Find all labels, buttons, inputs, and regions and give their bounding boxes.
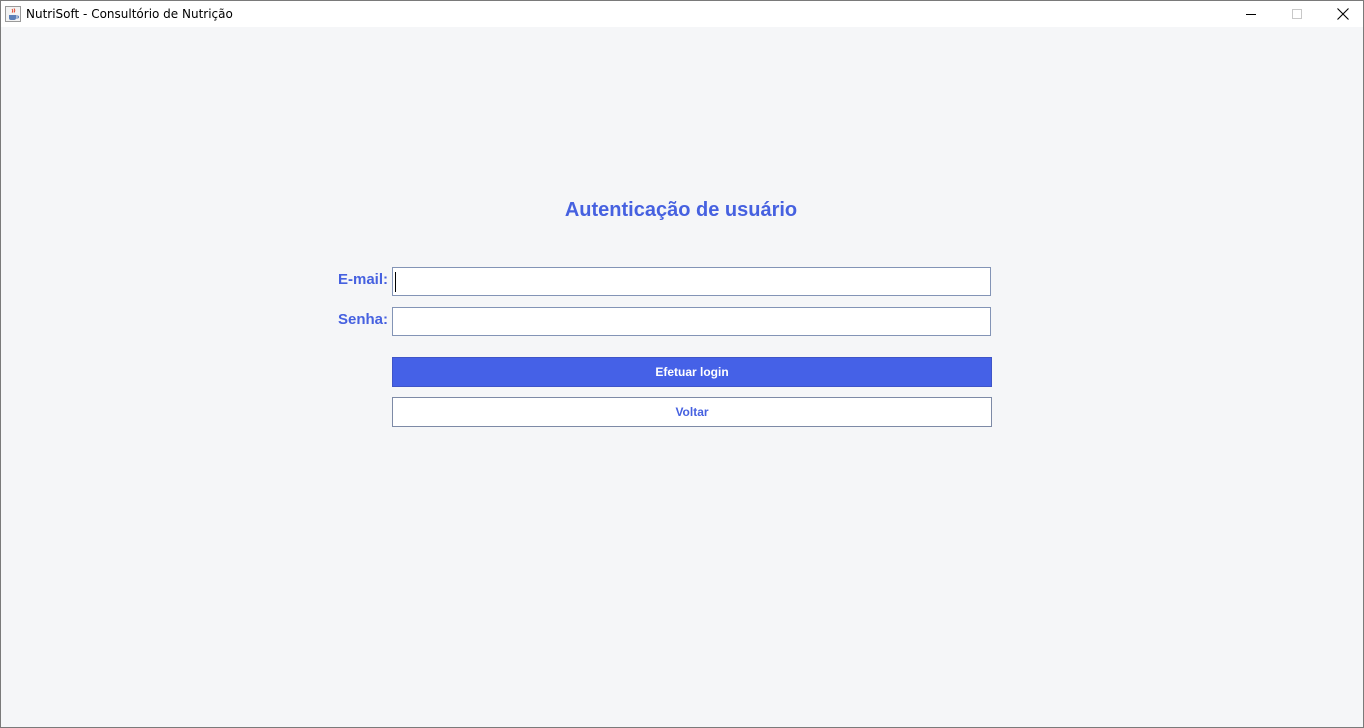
- login-panel: Autenticação de usuário E-mail: Senha: E…: [1, 27, 1363, 727]
- window-title: NutriSoft - Consultório de Nutrição: [26, 7, 233, 21]
- page-title: Autenticação de usuário: [564, 199, 798, 221]
- email-field[interactable]: [392, 267, 991, 296]
- close-button[interactable]: [1320, 1, 1364, 27]
- maximize-icon: [1292, 9, 1302, 19]
- maximize-button[interactable]: [1274, 1, 1320, 27]
- java-cup-icon: [5, 6, 21, 22]
- text-cursor: [395, 272, 396, 292]
- email-label: E-mail:: [337, 271, 388, 288]
- minimize-icon: [1246, 9, 1256, 19]
- login-button[interactable]: Efetuar login: [392, 357, 992, 387]
- title-bar[interactable]: NutriSoft - Consultório de Nutrição: [1, 1, 1363, 27]
- minimize-button[interactable]: [1228, 1, 1274, 27]
- close-icon: [1337, 8, 1349, 20]
- back-button[interactable]: Voltar: [392, 397, 992, 427]
- password-field[interactable]: [392, 307, 991, 336]
- app-window: NutriSoft - Consultório de Nutrição Aute…: [0, 0, 1364, 728]
- senha-label: Senha:: [337, 311, 388, 328]
